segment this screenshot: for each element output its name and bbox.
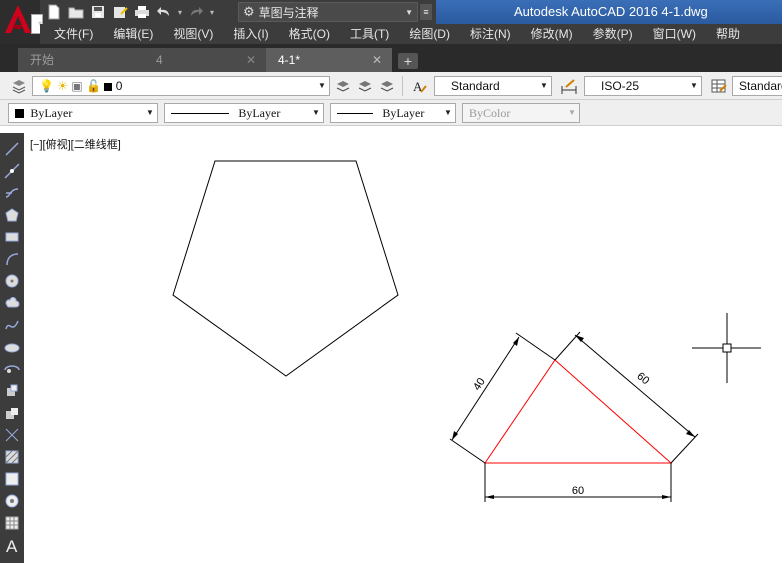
dimension-base[interactable]: 60 (484, 463, 672, 502)
dimension-left-side[interactable]: 40 (449, 332, 556, 464)
dimension-right-text: 60 (634, 370, 651, 387)
crosshair-cursor (692, 313, 761, 383)
dimension-left-text: 40 (471, 376, 488, 393)
autocad-window: ▾ ▾ ⚙ 草图与注释 ▼ ≡ Autodesk AutoCAD 2016 4-… (0, 0, 782, 563)
model-space-drawing: 40 60 60 (172, 160, 761, 502)
dimension-base-text: 60 (572, 485, 584, 497)
dimension-right-side[interactable]: 60 (554, 331, 699, 464)
pentagon-shape[interactable] (172, 160, 399, 377)
